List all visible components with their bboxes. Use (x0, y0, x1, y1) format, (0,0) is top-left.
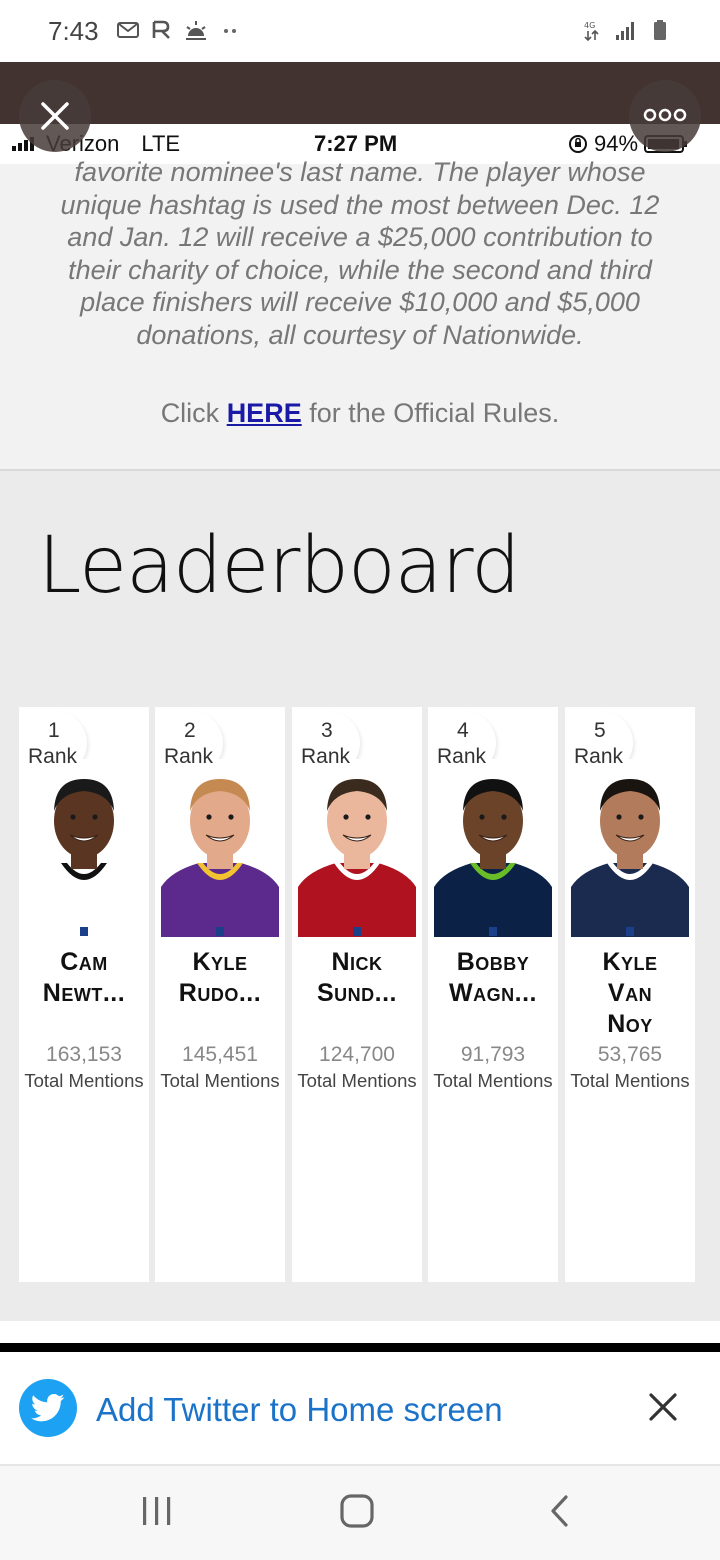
rank-label: Rank (164, 745, 214, 768)
viewer-header (0, 62, 720, 124)
rank-number: 4 (457, 719, 469, 742)
close-icon (649, 1393, 677, 1421)
player-name-line: Van (607, 979, 653, 1007)
gmail-icon (117, 22, 139, 38)
article-line: their charity of choice, while the secon… (68, 254, 652, 285)
player-name-line: Noy (607, 1010, 653, 1038)
article-line: place finishers will receive $10,000 and… (80, 287, 640, 318)
mentions-label: Total Mentions (570, 1070, 690, 1091)
article-line: unique hashtag is used the most between … (60, 189, 660, 220)
rotation-lock-icon (569, 135, 587, 153)
article-line: favorite nominee's last name. The player… (74, 157, 646, 187)
player-name: Kyle Van Noy (565, 947, 695, 1040)
back-button[interactable] (548, 1494, 572, 1533)
player-name-line: Kyle (192, 948, 248, 976)
home-button[interactable] (340, 1494, 374, 1533)
page-bottom-edge (0, 1343, 720, 1352)
player-card[interactable]: 2 Rank Kyle Rudo... 145,451 Total Mentions (155, 707, 285, 1282)
notification-icons (116, 18, 242, 42)
official-rules-line: Click HERE for the Official Rules. (0, 398, 720, 429)
more-options-button[interactable] (629, 80, 701, 152)
home-icon (340, 1494, 374, 1528)
mentions-label: Total Mentions (160, 1070, 280, 1091)
player-photo (161, 759, 279, 937)
player-name-line: Kyle (602, 948, 658, 976)
player-name-line: Nick (331, 948, 383, 976)
rank-label: Rank (574, 745, 624, 768)
recent-apps-button[interactable] (142, 1494, 172, 1533)
player-name-line: Newt... (42, 979, 126, 1007)
player-name-line: Sund... (316, 979, 397, 1007)
player-name-line: Wagn... (449, 979, 537, 1007)
network-type: LTE (141, 131, 181, 156)
official-rules-link[interactable]: HERE (227, 398, 302, 428)
system-icons: 4G (580, 18, 672, 42)
mentions-count: 91,793 (460, 1043, 526, 1066)
rank-label: Rank (28, 745, 78, 768)
player-photo (298, 759, 416, 937)
banner-text: Add Twitter to Home screen (96, 1391, 503, 1428)
rules-prefix: Click (160, 398, 227, 428)
player-card[interactable]: 4 Rank Bobby Wagn... 91,793 Total Mentions (428, 707, 558, 1282)
mentions-label: Total Mentions (433, 1070, 553, 1091)
article-line: and Jan. 12 will receive a $25,000 contr… (67, 222, 653, 253)
back-icon (551, 1495, 568, 1527)
signal-icon (616, 22, 634, 40)
mentions-label: Total Mentions (24, 1070, 144, 1091)
rank-number: 3 (321, 719, 333, 742)
close-button[interactable] (19, 80, 91, 152)
battery-percent: 94% (594, 131, 639, 156)
player-photo (571, 759, 689, 937)
status-bar: 7:43 4G (0, 0, 720, 62)
status-time: 7:43 (48, 16, 99, 46)
mentions-count: 145,451 (182, 1043, 258, 1066)
rank-label: Rank (437, 745, 487, 768)
article-section: favorite nominee's last name. The player… (0, 157, 720, 470)
rank-number: 1 (48, 719, 60, 742)
player-card[interactable]: 3 Rank Nick Sund... 124,700 Total Mentions (292, 707, 422, 1282)
rank-number: 2 (184, 719, 196, 742)
embedded-time: 7:27 PM (314, 131, 398, 156)
rules-suffix: for the Official Rules. (301, 398, 560, 428)
twitter-bird-icon (31, 1393, 65, 1422)
more-notifications-icon (224, 29, 236, 33)
player-card[interactable]: 1 Rank Cam Newt... 163,153 Total Mentions (19, 707, 149, 1282)
player-name: Kyle Rudo... (155, 947, 285, 1009)
player-name-line: Bobby (456, 948, 530, 976)
lte-data-icon: 4G (584, 21, 599, 42)
mentions-count: 53,765 (597, 1043, 663, 1066)
more-dots-icon (643, 108, 687, 122)
rank-label: Rank (301, 745, 351, 768)
add-to-home-banner[interactable]: Add Twitter to Home screen (0, 1352, 720, 1464)
mentions-label: Total Mentions (297, 1070, 417, 1091)
article-line: donations, all courtesy of Nationwide. (136, 319, 584, 350)
system-nav-bar (0, 1466, 720, 1560)
banner-close-button[interactable] (646, 1390, 680, 1429)
article-paragraph: favorite nominee's last name. The player… (20, 156, 700, 352)
rank-number: 5 (594, 719, 606, 742)
reddit-r-icon (152, 20, 170, 39)
recent-apps-icon (143, 1497, 171, 1525)
player-card[interactable]: 5 Rank Kyle Van Noy 53,765 Total Mentions (565, 707, 695, 1282)
mentions-count: 163,153 (46, 1043, 122, 1066)
leaderboard-section: Leaderboard 1 Rank Cam Newt... 163,153 Total … (0, 471, 720, 1321)
player-name: Nick Sund... (292, 947, 422, 1009)
leaderboard-title: Leaderboard (38, 521, 521, 611)
player-photo (25, 759, 143, 937)
twitter-logo (19, 1379, 77, 1437)
player-photo (434, 759, 552, 937)
weather-sun-icon (186, 21, 206, 40)
close-icon (41, 102, 69, 130)
battery-icon (654, 20, 666, 40)
mentions-count: 124,700 (319, 1043, 395, 1066)
svg-text:4G: 4G (584, 21, 595, 30)
player-name: Bobby Wagn... (428, 947, 558, 1009)
player-name-line: Cam (60, 948, 108, 976)
player-name: Cam Newt... (19, 947, 149, 1009)
player-name-line: Rudo... (178, 979, 262, 1007)
